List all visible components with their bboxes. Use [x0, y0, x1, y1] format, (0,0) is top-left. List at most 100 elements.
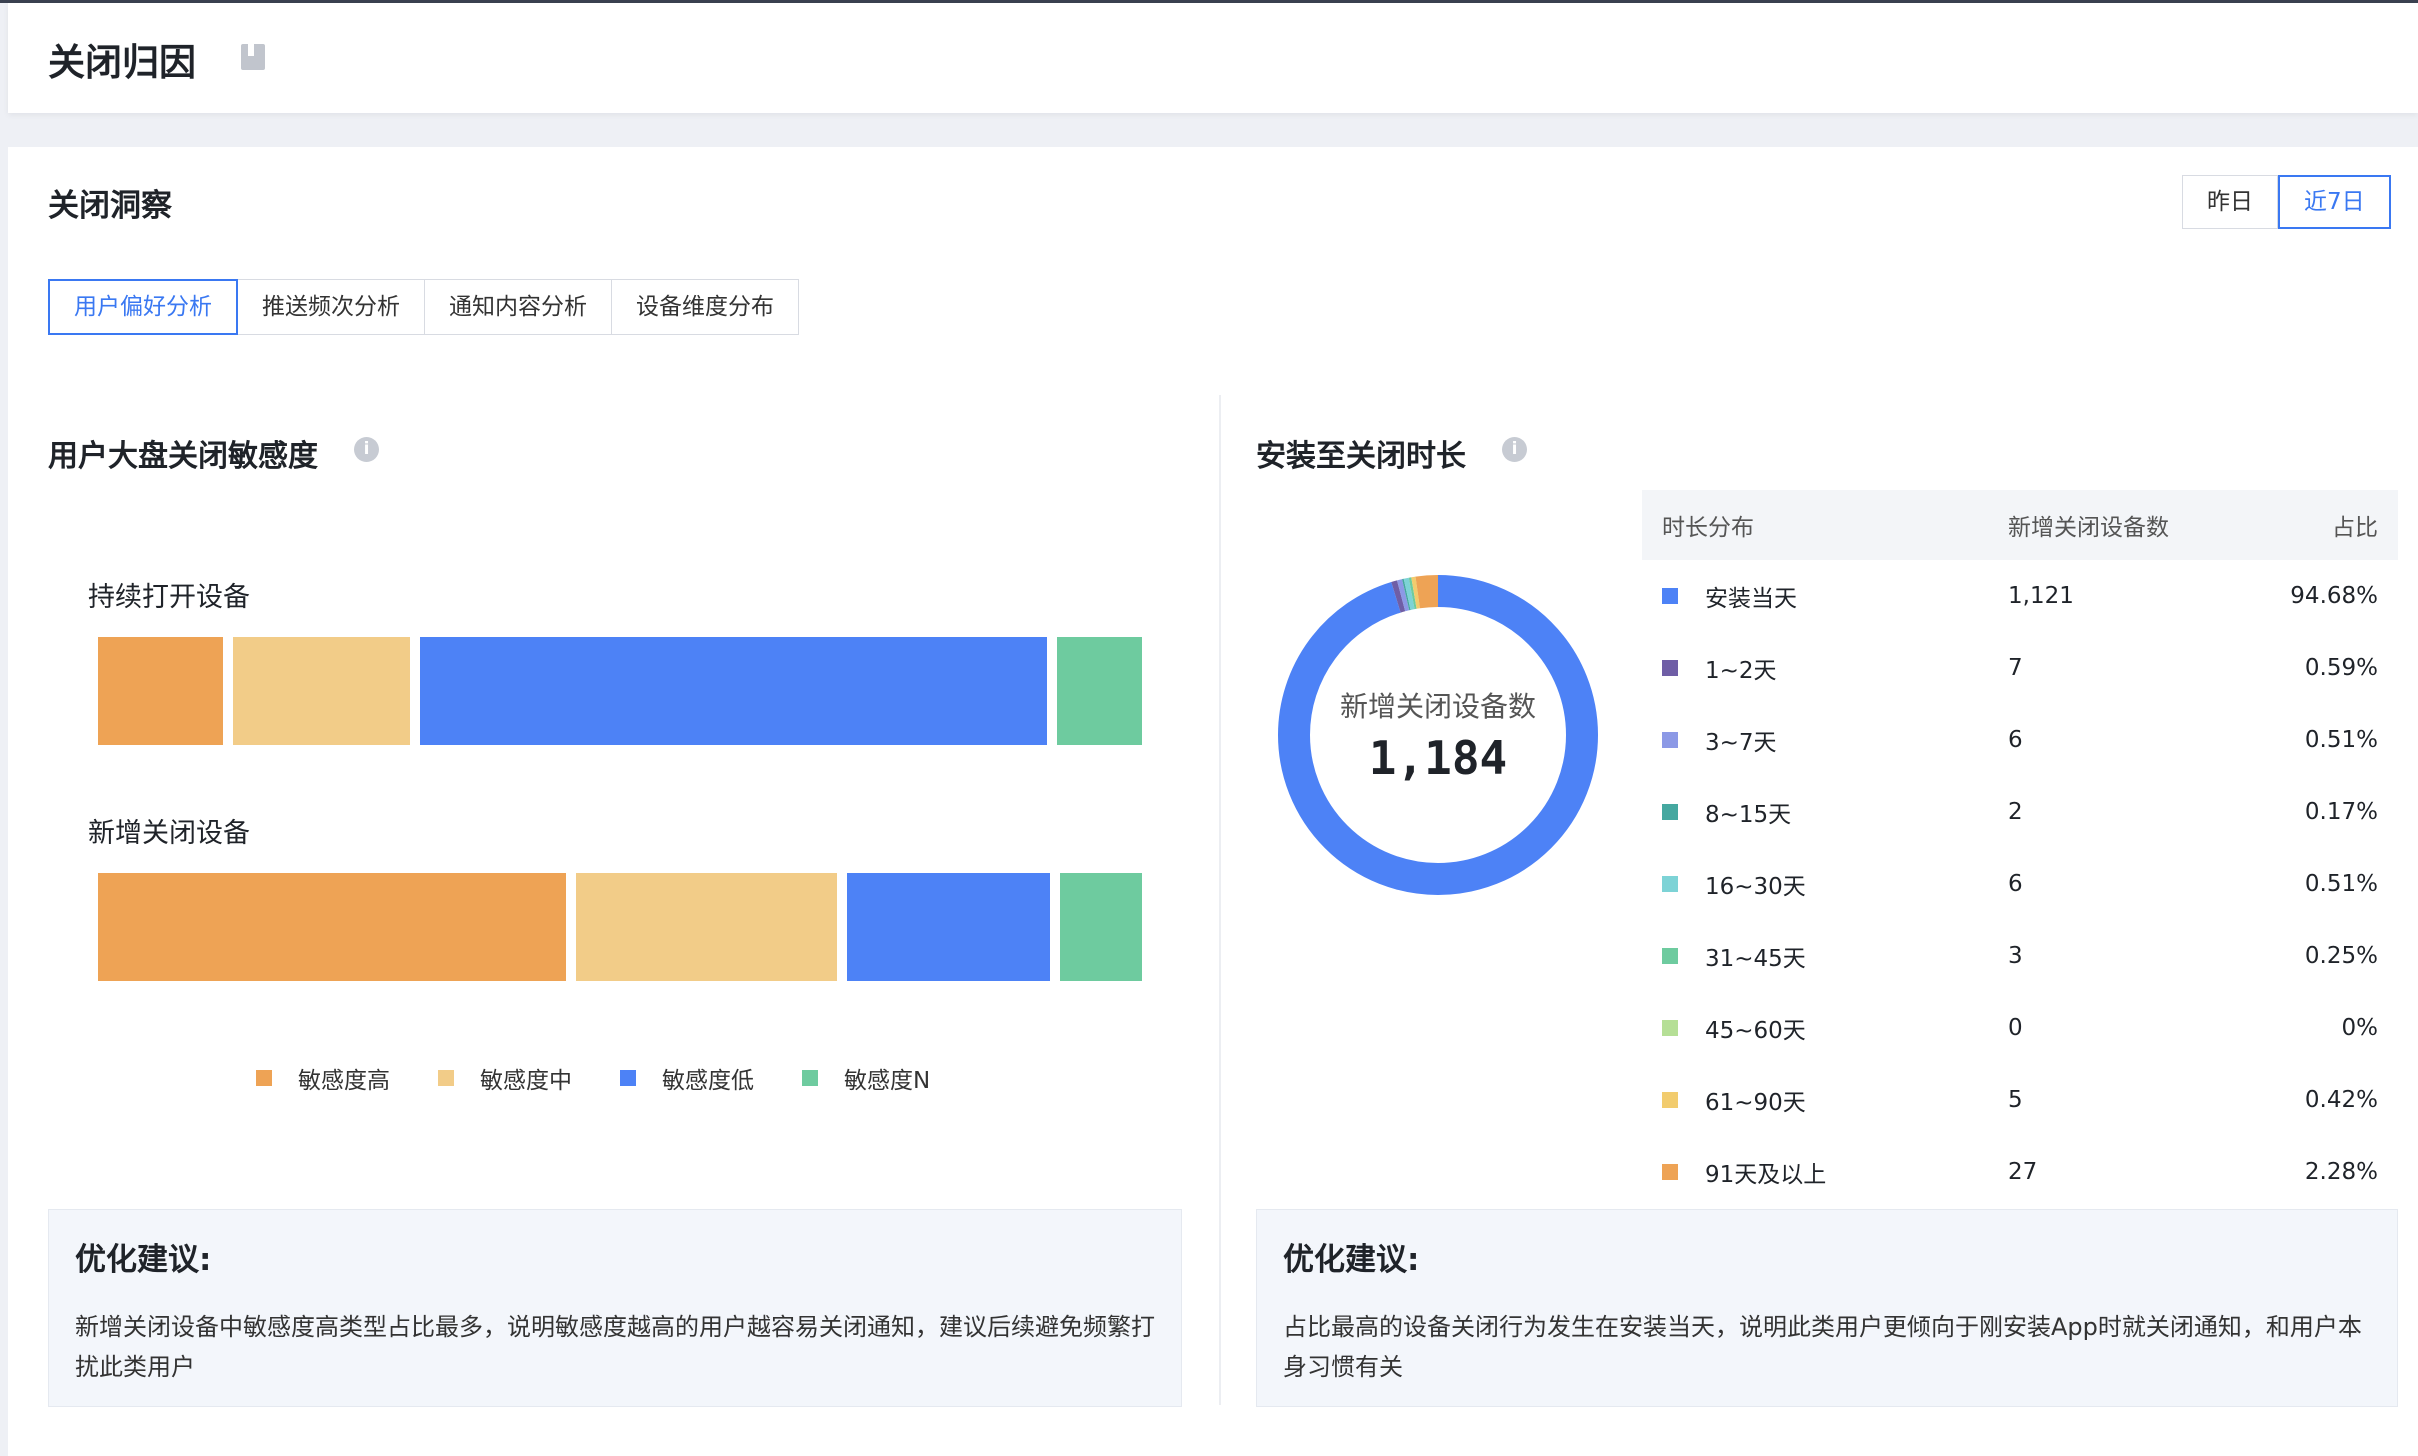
- legend-label: 敏感度高: [298, 1068, 390, 1094]
- cell-range: 61~90天: [1642, 1083, 2008, 1117]
- table-row: 61~90天 5 0.42%: [1642, 1064, 2398, 1136]
- tab-user-preference[interactable]: 用户偏好分析: [48, 279, 238, 335]
- duration-title: 安装至关闭时长: [1256, 439, 1466, 474]
- bar-segment-open-1[interactable]: [233, 637, 410, 745]
- legend-label: 敏感度中: [480, 1068, 572, 1094]
- bar-segment-open-0[interactable]: [98, 637, 224, 745]
- cell-count: 1,121: [2008, 583, 2074, 609]
- bar-segment-closed-2[interactable]: [846, 873, 1051, 981]
- row-swatch: [1662, 732, 1678, 748]
- column-header-count: 新增关闭设备数: [2008, 515, 2169, 541]
- cell-pct: 0.42%: [2304, 1087, 2378, 1113]
- tab-push-frequency[interactable]: 推送频次分析: [238, 279, 425, 335]
- cell-pct: 0.25%: [2304, 943, 2378, 969]
- cell-range: 3~7天: [1642, 723, 2008, 757]
- row-swatch: [1662, 1164, 1678, 1180]
- table-row: 1~2天 7 0.59%: [1642, 632, 2398, 704]
- legend-swatch: [256, 1070, 272, 1086]
- table-row: 8~15天 2 0.17%: [1642, 776, 2398, 848]
- insight-panel: 关闭洞察 昨日 近7日 用户偏好分析 推送频次分析 通知内容分析 设备维度分布 …: [8, 147, 2418, 1456]
- cell-range: 安装当天: [1642, 579, 2008, 613]
- bar-segment-open-3[interactable]: [1056, 637, 1142, 745]
- table-row: 安装当天 1,121 94.68%: [1642, 560, 2398, 632]
- bar-segment-closed-1[interactable]: [575, 873, 837, 981]
- range-label: 45~60天: [1705, 1018, 1806, 1044]
- legend-item-n[interactable]: 敏感度N: [802, 1061, 930, 1095]
- tab-content-analysis[interactable]: 通知内容分析: [425, 279, 612, 335]
- date-yesterday-button[interactable]: 昨日: [2182, 175, 2278, 229]
- range-label: 8~15天: [1705, 802, 1792, 828]
- page-header: 关闭归因: [8, 3, 2418, 113]
- cell-count: 27: [2008, 1159, 2038, 1185]
- column-header-range: 时长分布: [1662, 515, 1754, 541]
- cell-pct: 0%: [2341, 1015, 2379, 1041]
- legend-swatch: [802, 1070, 818, 1086]
- cell-range: 16~30天: [1642, 867, 2008, 901]
- cell-range: 45~60天: [1642, 1011, 2008, 1045]
- cell-count: 6: [2008, 871, 2023, 897]
- bar-segment-closed-3[interactable]: [1060, 873, 1142, 981]
- cell-count: 2: [2008, 799, 2023, 825]
- section-title: 关闭洞察: [48, 188, 172, 224]
- row-swatch: [1662, 804, 1678, 820]
- cell-pct: 0.51%: [2304, 871, 2378, 897]
- donut-center-value: 1,184: [1368, 731, 1508, 785]
- bar-label-closed: 新增关闭设备: [88, 818, 250, 849]
- duration-table: 时长分布 新增关闭设备数 占比 安装当天 1,121 94.68% 1~2天 7 0.59…: [1642, 490, 2398, 1208]
- bar-segment-open-2[interactable]: [419, 637, 1047, 745]
- row-swatch: [1662, 660, 1678, 676]
- table-body: 安装当天 1,121 94.68% 1~2天 7 0.59% 3~7天 6 0.51% 8~15天…: [1642, 560, 2398, 1208]
- info-icon[interactable]: i: [1502, 437, 1527, 462]
- cell-pct: 2.28%: [2304, 1159, 2378, 1185]
- bar-segment-closed-0[interactable]: [98, 873, 566, 981]
- range-label: 3~7天: [1705, 730, 1777, 756]
- cell-pct: 0.17%: [2304, 799, 2378, 825]
- table-header: 时长分布 新增关闭设备数 占比: [1642, 490, 2398, 560]
- advice-text: 新增关闭设备中敏感度高类型占比最多，说明敏感度越高的用户越容易关闭通知，建议后续…: [75, 1313, 1155, 1381]
- legend-item-medium[interactable]: 敏感度中: [438, 1061, 572, 1095]
- cell-range: 91天及以上: [1642, 1155, 2008, 1189]
- range-label: 16~30天: [1705, 874, 1806, 900]
- legend-label: 敏感度低: [662, 1068, 754, 1094]
- cell-range: 1~2天: [1642, 651, 2008, 685]
- row-swatch: [1662, 1092, 1678, 1108]
- sensitivity-legend: 敏感度高 敏感度中 敏感度低 敏感度N: [256, 1061, 978, 1095]
- document-icon[interactable]: [240, 43, 266, 71]
- tab-device-dimension[interactable]: 设备维度分布: [612, 279, 799, 335]
- cell-count: 0: [2008, 1015, 2023, 1041]
- row-swatch: [1662, 948, 1678, 964]
- column-divider: [1219, 395, 1221, 1405]
- sensitivity-title: 用户大盘关闭敏感度: [48, 439, 318, 474]
- advice-box-left: 优化建议: 新增关闭设备中敏感度高类型占比最多，说明敏感度越高的用户越容易关闭通…: [48, 1209, 1182, 1407]
- cell-pct: 94.68%: [2290, 583, 2378, 609]
- table-row: 3~7天 6 0.51%: [1642, 704, 2398, 776]
- cell-count: 3: [2008, 943, 2023, 969]
- range-label: 安装当天: [1705, 586, 1797, 612]
- cell-range: 31~45天: [1642, 939, 2008, 973]
- cell-count: 5: [2008, 1087, 2023, 1113]
- cell-range: 8~15天: [1642, 795, 2008, 829]
- cell-pct: 0.59%: [2304, 655, 2378, 681]
- advice-title: 优化建议:: [1283, 1242, 1420, 1278]
- legend-swatch: [438, 1070, 454, 1086]
- cell-count: 7: [2008, 655, 2023, 681]
- range-label: 61~90天: [1705, 1090, 1806, 1116]
- range-label: 1~2天: [1705, 658, 1777, 684]
- advice-box-right: 优化建议: 占比最高的设备关闭行为发生在安装当天，说明此类用户更倾向于刚安装Ap…: [1256, 1209, 2398, 1407]
- column-header-pct: 占比: [2332, 515, 2378, 541]
- row-swatch: [1662, 1020, 1678, 1036]
- cell-count: 6: [2008, 727, 2023, 753]
- row-swatch: [1662, 876, 1678, 892]
- date-range-toggle: 昨日 近7日: [2182, 175, 2391, 229]
- row-swatch: [1662, 588, 1678, 604]
- advice-text: 占比最高的设备关闭行为发生在安装当天，说明此类用户更倾向于刚安装App时就关闭通…: [1283, 1313, 2362, 1381]
- legend-item-high[interactable]: 敏感度高: [256, 1061, 390, 1095]
- table-row: 91天及以上 27 2.28%: [1642, 1136, 2398, 1208]
- info-icon[interactable]: i: [354, 437, 379, 462]
- date-last7-button[interactable]: 近7日: [2278, 175, 2391, 229]
- donut-center-label: 新增关闭设备数: [1339, 690, 1536, 723]
- bar-label-open: 持续打开设备: [88, 582, 250, 613]
- legend-item-low[interactable]: 敏感度低: [620, 1061, 754, 1095]
- table-row: 31~45天 3 0.25%: [1642, 920, 2398, 992]
- range-label: 91天及以上: [1705, 1162, 1827, 1188]
